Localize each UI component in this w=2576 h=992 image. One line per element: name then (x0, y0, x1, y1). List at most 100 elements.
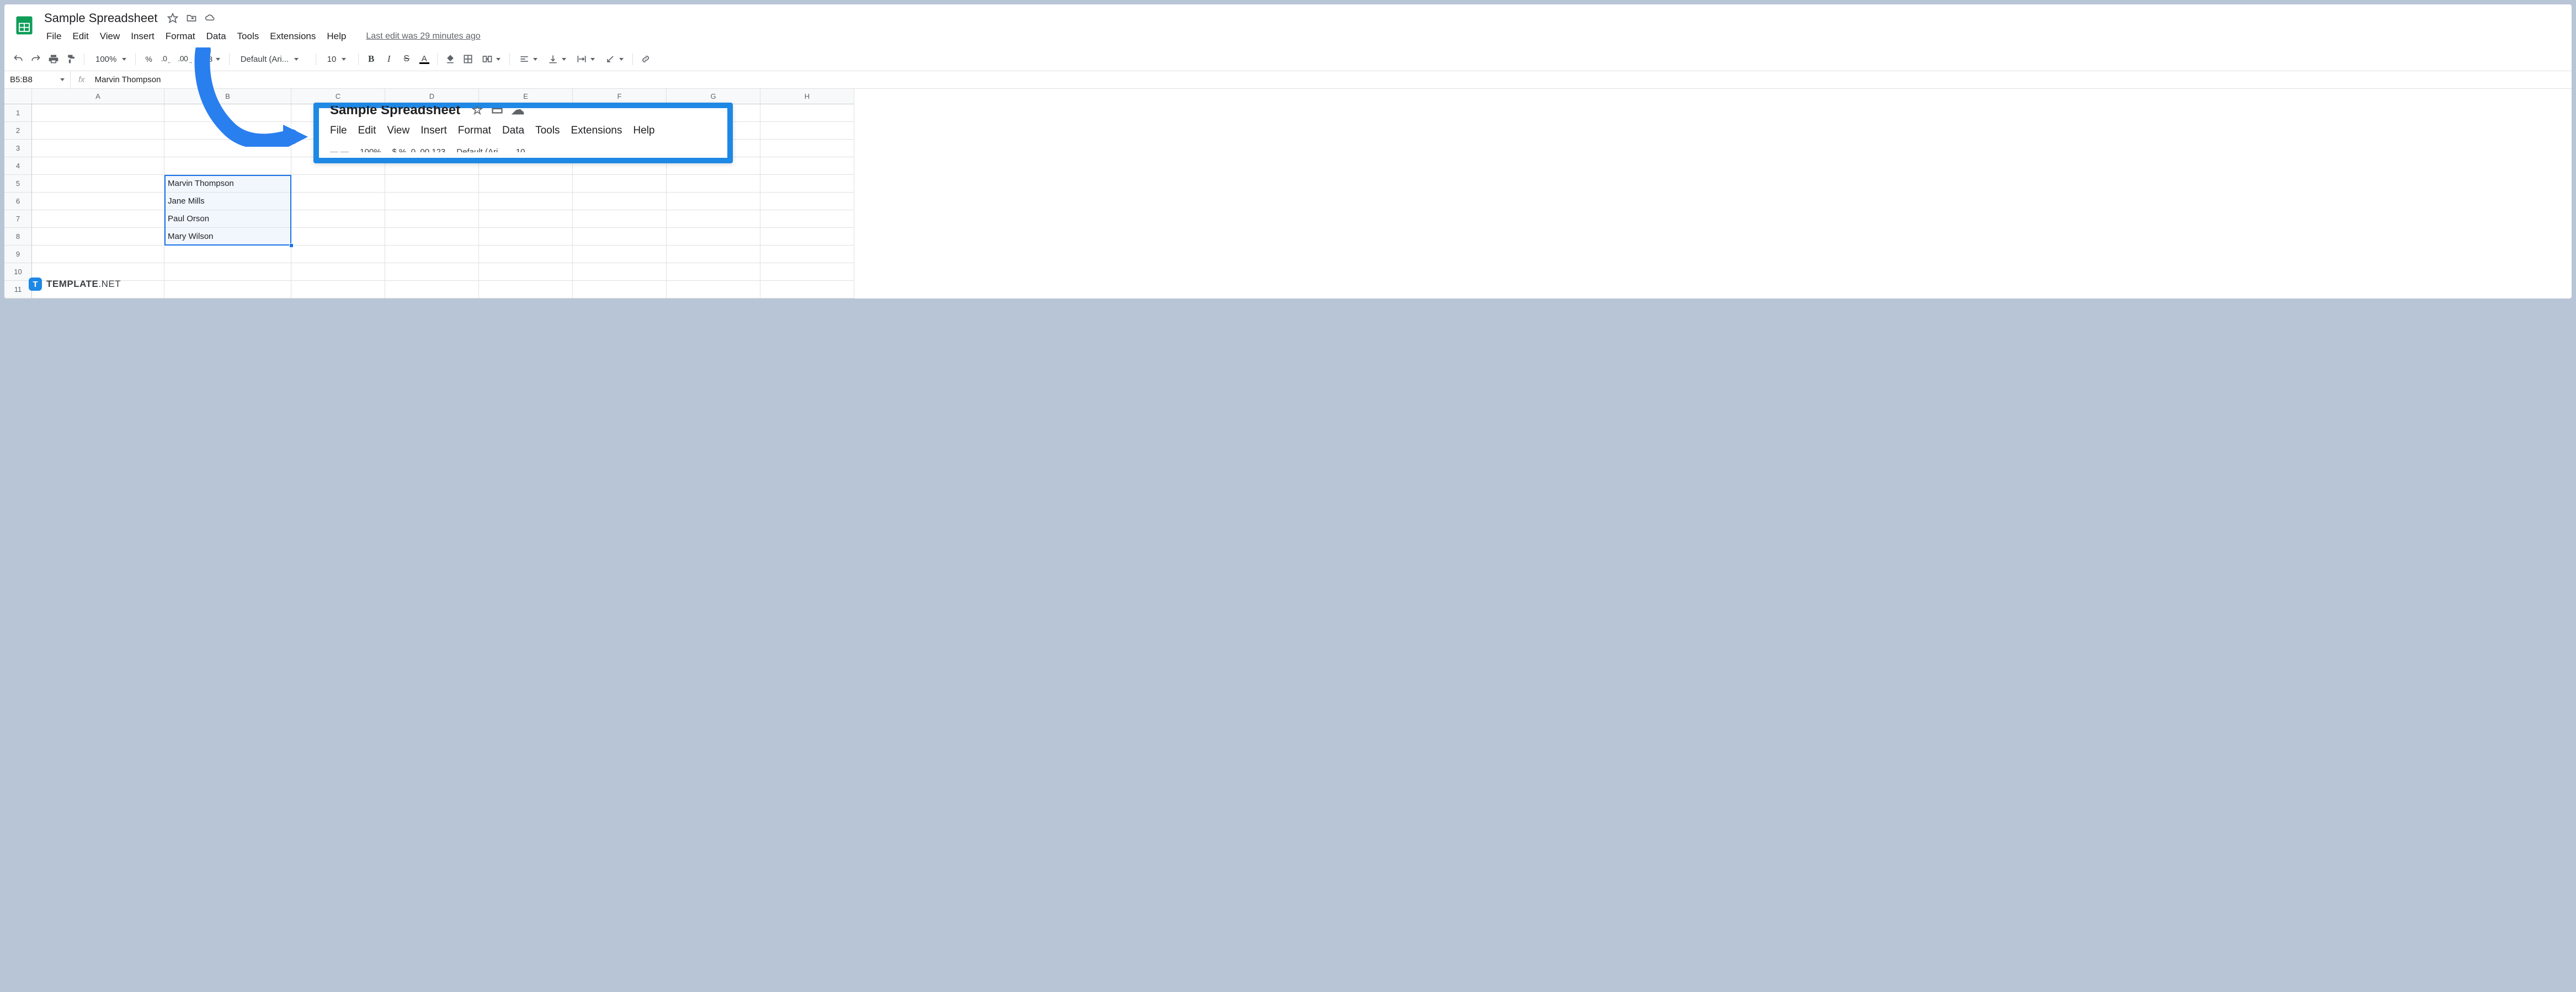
format-percent-button[interactable]: % (140, 51, 157, 67)
cell[interactable]: Marvin Thompson (164, 175, 291, 193)
cell[interactable] (385, 210, 479, 228)
cell[interactable] (760, 122, 854, 140)
cell[interactable] (385, 193, 479, 210)
cell[interactable] (573, 193, 667, 210)
increase-decimal-button[interactable]: .00→ (175, 51, 194, 67)
menu-format[interactable]: Format (161, 29, 200, 44)
menu-help[interactable]: Help (322, 29, 350, 44)
row-header[interactable]: 10 (4, 263, 32, 281)
cell[interactable]: Mary Wilson (164, 228, 291, 246)
menu-edit[interactable]: Edit (68, 29, 93, 44)
cell[interactable] (164, 281, 291, 298)
cell[interactable] (760, 140, 854, 157)
cell[interactable] (479, 193, 573, 210)
decrease-decimal-button[interactable]: .0← (158, 51, 174, 67)
cell[interactable] (573, 246, 667, 263)
row-header[interactable]: 2 (4, 122, 32, 140)
cell[interactable] (385, 175, 479, 193)
cell[interactable] (164, 263, 291, 281)
cell[interactable] (760, 210, 854, 228)
more-formats-dropdown[interactable]: 123 (196, 51, 225, 67)
cell[interactable] (479, 210, 573, 228)
cloud-status-icon[interactable] (205, 13, 216, 24)
menu-extensions[interactable]: Extensions (265, 29, 320, 44)
cell[interactable] (667, 228, 760, 246)
paint-format-icon[interactable] (63, 51, 79, 67)
menu-data[interactable]: Data (202, 29, 231, 44)
cell[interactable] (291, 281, 385, 298)
menu-insert[interactable]: Insert (126, 29, 159, 44)
redo-icon[interactable] (28, 51, 44, 67)
cell[interactable] (291, 263, 385, 281)
cell[interactable] (667, 175, 760, 193)
row-header[interactable]: 9 (4, 246, 32, 263)
col-header[interactable]: A (32, 89, 164, 104)
cell[interactable] (32, 210, 164, 228)
cell[interactable] (760, 246, 854, 263)
cell[interactable] (32, 175, 164, 193)
cell[interactable] (760, 157, 854, 175)
undo-icon[interactable] (10, 51, 26, 67)
cell[interactable] (385, 281, 479, 298)
col-header[interactable]: H (760, 89, 854, 104)
col-header[interactable]: D (385, 89, 479, 104)
cell[interactable] (164, 157, 291, 175)
selection-handle[interactable] (289, 243, 294, 248)
cell[interactable] (667, 281, 760, 298)
text-color-button[interactable]: A (416, 51, 433, 67)
star-icon[interactable] (167, 13, 178, 24)
cell[interactable] (385, 246, 479, 263)
col-header[interactable]: E (479, 89, 573, 104)
horizontal-align-dropdown[interactable] (514, 51, 542, 67)
cell[interactable] (291, 193, 385, 210)
zoom-dropdown[interactable]: 100% (89, 51, 131, 67)
cell[interactable] (385, 228, 479, 246)
cell[interactable] (32, 140, 164, 157)
cell[interactable] (479, 228, 573, 246)
cell[interactable] (291, 210, 385, 228)
cell[interactable] (32, 193, 164, 210)
cell[interactable] (573, 281, 667, 298)
cell[interactable] (760, 263, 854, 281)
cell[interactable] (760, 175, 854, 193)
font-family-dropdown[interactable]: Default (Ari... (234, 51, 311, 67)
row-header[interactable]: 6 (4, 193, 32, 210)
cell[interactable] (32, 228, 164, 246)
row-header[interactable]: 8 (4, 228, 32, 246)
row-header[interactable]: 3 (4, 140, 32, 157)
text-wrap-dropdown[interactable] (572, 51, 599, 67)
cell[interactable] (479, 263, 573, 281)
row-header[interactable]: 4 (4, 157, 32, 175)
italic-button[interactable]: I (381, 51, 397, 67)
cell[interactable] (32, 246, 164, 263)
row-header[interactable]: 11 (4, 281, 32, 298)
cell[interactable] (573, 175, 667, 193)
cell[interactable] (667, 246, 760, 263)
cell[interactable] (573, 228, 667, 246)
col-header[interactable]: C (291, 89, 385, 104)
select-all-corner[interactable] (4, 89, 32, 104)
cell[interactable] (760, 281, 854, 298)
cell[interactable] (164, 140, 291, 157)
cell[interactable] (479, 175, 573, 193)
strikethrough-button[interactable]: S (398, 51, 415, 67)
name-box[interactable]: B5:B8 (4, 71, 71, 88)
col-header[interactable]: G (667, 89, 760, 104)
col-header[interactable]: F (573, 89, 667, 104)
fill-color-button[interactable] (442, 51, 459, 67)
cell[interactable] (760, 228, 854, 246)
cell[interactable] (32, 157, 164, 175)
cell[interactable] (667, 193, 760, 210)
doc-title[interactable]: Sample Spreadsheet (42, 10, 159, 26)
cell[interactable] (573, 210, 667, 228)
cell[interactable] (573, 263, 667, 281)
bold-button[interactable]: B (363, 51, 380, 67)
print-icon[interactable] (45, 51, 62, 67)
cell[interactable] (479, 281, 573, 298)
cell[interactable] (479, 246, 573, 263)
cell[interactable] (667, 263, 760, 281)
merge-cells-dropdown[interactable] (477, 51, 505, 67)
last-edit-link[interactable]: Last edit was 29 minutes ago (366, 31, 480, 41)
row-header[interactable]: 1 (4, 104, 32, 122)
vertical-align-dropdown[interactable] (543, 51, 571, 67)
